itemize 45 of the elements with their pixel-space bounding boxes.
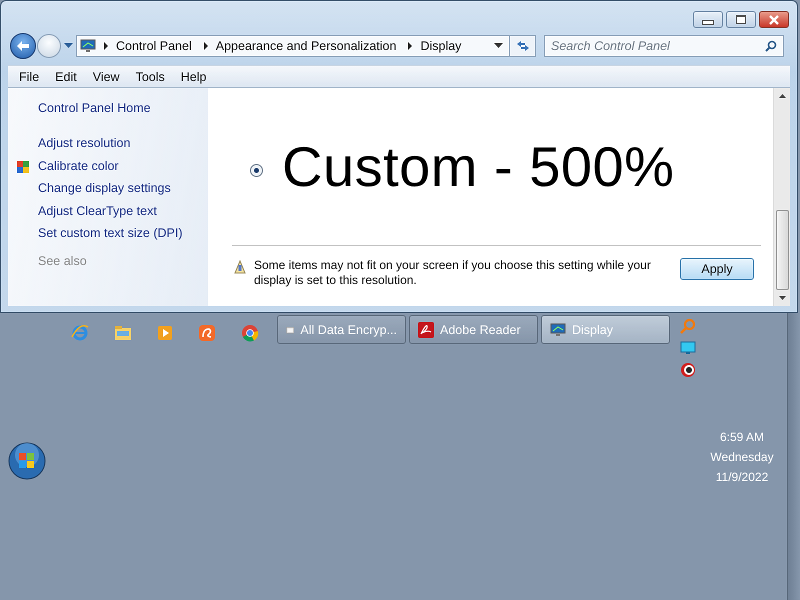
scrollbar[interactable] (773, 88, 790, 306)
breadcrumb-item[interactable]: Appearance and Personalization (216, 39, 396, 53)
sidebar-link[interactable]: Change display settings (38, 181, 171, 195)
option-label: Custom - 500% (282, 134, 674, 199)
warning-icon (234, 260, 246, 274)
menu-item[interactable]: Help (172, 70, 214, 84)
dropdown-icon[interactable] (494, 43, 503, 49)
section-heading: See also (38, 254, 88, 268)
menu-item[interactable]: File (11, 70, 48, 84)
menu-item[interactable]: Tools (128, 70, 173, 84)
radio-button[interactable] (250, 164, 263, 177)
sidebar-link[interactable]: Control Panel Home (38, 101, 208, 115)
menu-item[interactable]: Edit (47, 70, 85, 84)
monitor-icon (550, 322, 566, 336)
start-button[interactable] (8, 442, 46, 480)
sidebar-link[interactable]: Set custom text size (DPI) (38, 226, 182, 240)
chrome-icon[interactable] (241, 324, 259, 342)
warning-text: Some items may not fit on your screen if you choose this setting while your display is set to this resolution. (254, 258, 652, 288)
breadcrumb-item[interactable]: Control Panel (116, 39, 192, 53)
maximize-button[interactable] (726, 11, 756, 28)
chevron-icon[interactable] (104, 42, 108, 50)
address-bar[interactable]: Control Panel Appearance and Personalization Display (76, 35, 510, 57)
search-field[interactable]: Search Control Panel (544, 35, 784, 57)
refresh-icon (516, 40, 530, 52)
sidebar-link[interactable]: Adjust resolution (38, 136, 130, 150)
minimize-button[interactable] (693, 11, 723, 28)
monitor-icon (80, 39, 96, 53)
monitor-icon[interactable] (680, 341, 696, 355)
scroll-thumb[interactable] (776, 210, 788, 290)
back-button[interactable] (10, 33, 36, 59)
close-icon (767, 14, 781, 24)
pdf-icon (418, 322, 434, 338)
sidebar-link[interactable]: Calibrate color (38, 158, 119, 172)
sidebar-link[interactable]: Adjust ClearType text (38, 204, 157, 218)
menu-item[interactable]: View (84, 70, 128, 84)
play-icon[interactable] (157, 325, 173, 341)
apply-button[interactable]: Apply (680, 258, 754, 280)
chevron-icon[interactable] (408, 42, 412, 50)
search-icon[interactable] (765, 40, 777, 52)
back-arrow-icon (16, 40, 30, 52)
refresh-button[interactable] (510, 35, 536, 57)
chevron-icon[interactable] (204, 42, 208, 50)
close-button[interactable] (759, 11, 789, 28)
breadcrumb-item[interactable]: Display (420, 39, 462, 53)
speaker-icon[interactable] (680, 362, 696, 378)
